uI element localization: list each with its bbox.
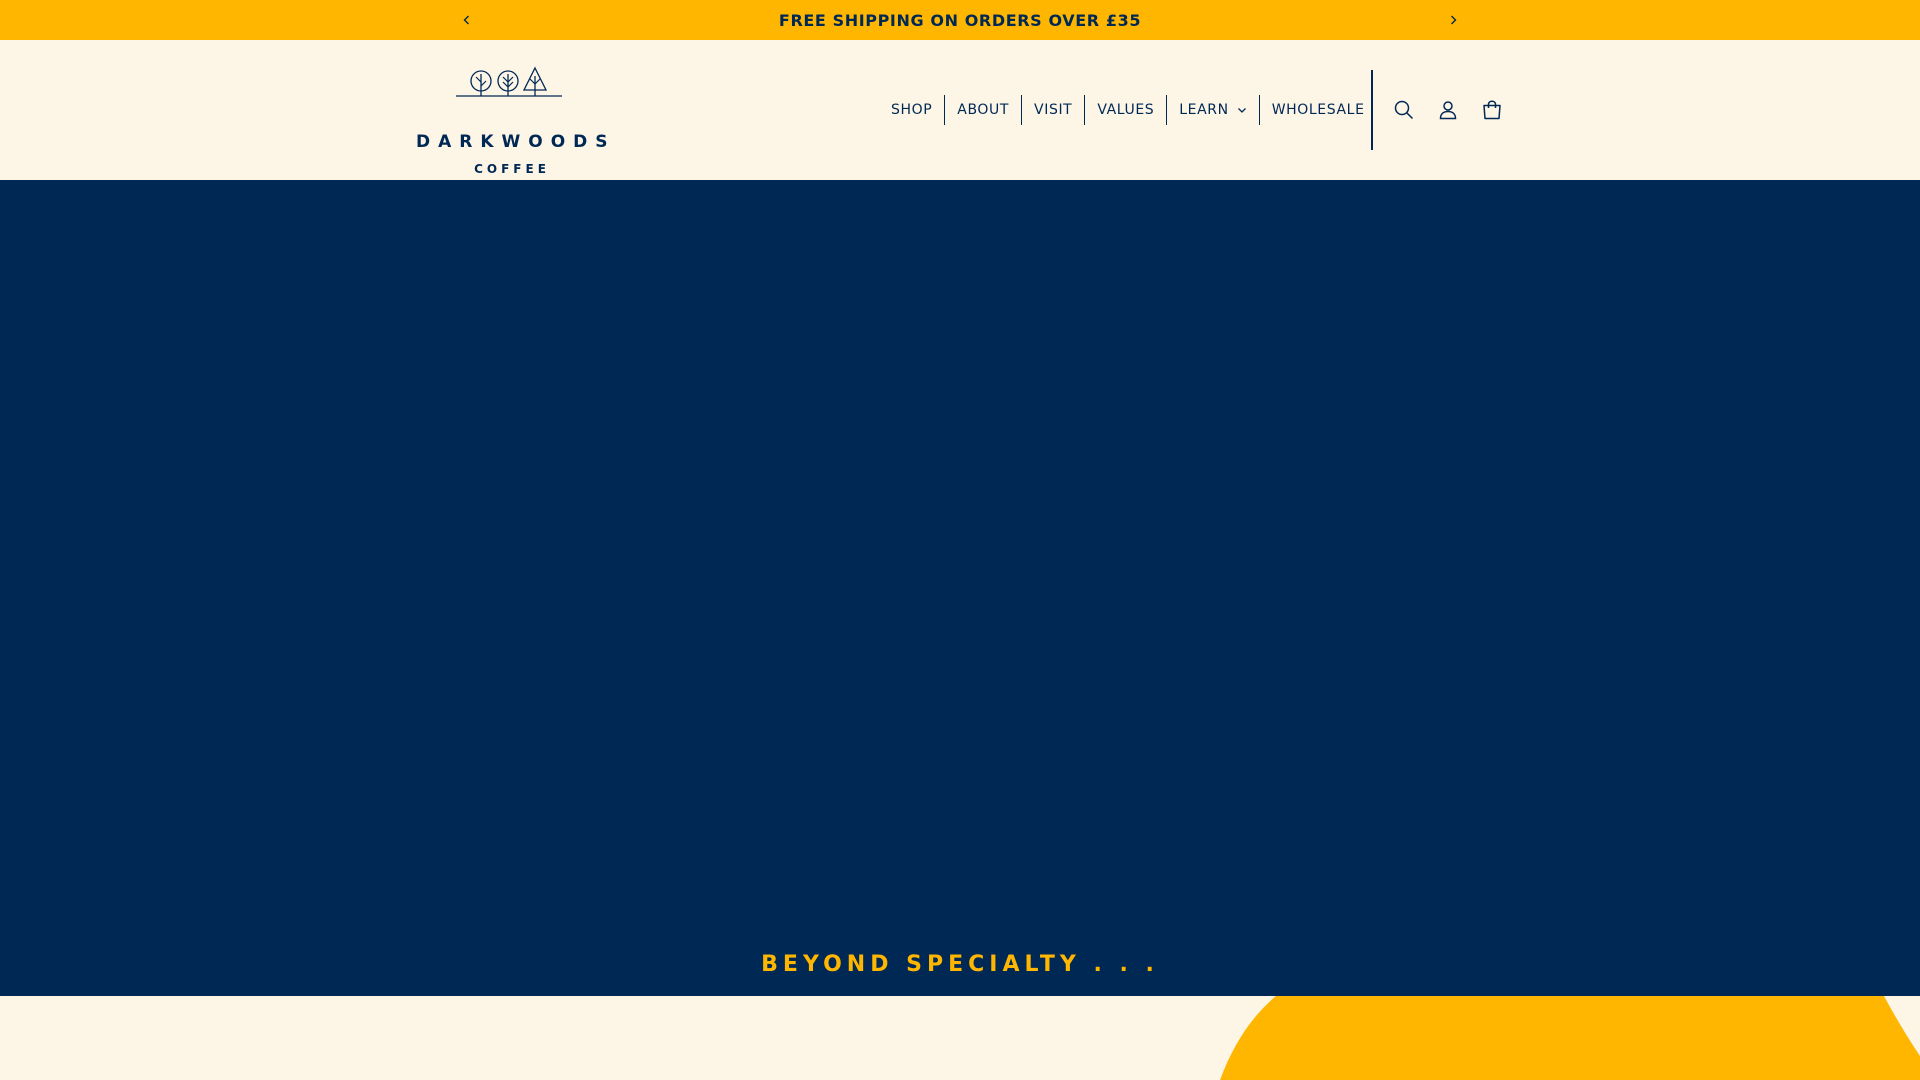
announcement-prev-button[interactable] xyxy=(455,8,479,32)
nav-shop[interactable]: SHOP xyxy=(879,93,944,127)
logo-trees-icon xyxy=(456,66,562,97)
logo-link[interactable]: DARKWOODS COFFEE xyxy=(408,64,616,176)
search-icon xyxy=(1394,100,1414,120)
announcement-text: FREE SHIPPING ON ORDERS OVER £35 xyxy=(778,10,1142,30)
nav-label: SHOP xyxy=(891,102,933,118)
nav-about[interactable]: ABOUT xyxy=(945,93,1021,127)
chevron-right-icon xyxy=(1451,15,1457,25)
cart-button[interactable] xyxy=(1479,97,1505,123)
nav-values[interactable]: VALUES xyxy=(1085,93,1166,127)
nav-learn[interactable]: LEARN xyxy=(1167,93,1258,127)
account-icon xyxy=(1439,101,1457,120)
nav-label: VISIT xyxy=(1034,102,1073,118)
hero-banner: BEYOND SPECIALTY . . . xyxy=(0,180,1920,996)
announcement-bar: FREE SHIPPING ON ORDERS OVER £35 xyxy=(0,0,1920,40)
main-nav: SHOP ABOUT VISIT VALUES LEARN WHOLESALE xyxy=(879,93,1377,127)
nav-visit[interactable]: VISIT xyxy=(1022,93,1084,127)
nav-label: WHOLESALE xyxy=(1271,102,1365,118)
site-header: DARKWOODS COFFEE SHOP ABOUT VISIT VALUES… xyxy=(0,40,1920,180)
search-button[interactable] xyxy=(1391,97,1417,123)
logo-subtitle: COFFEE xyxy=(474,162,550,176)
header-divider xyxy=(1371,70,1373,150)
announcement-next-button[interactable] xyxy=(1441,8,1465,32)
nav-label: VALUES xyxy=(1097,102,1155,118)
chevron-left-icon xyxy=(463,15,469,25)
decorative-yellow-shape xyxy=(1220,996,1920,1080)
logo-wordmark: DARKWOODS xyxy=(416,132,616,152)
cart-icon xyxy=(1483,100,1501,120)
hero-tagline: BEYOND SPECIALTY . . . xyxy=(761,952,1159,977)
content-section xyxy=(0,996,1920,1080)
account-button[interactable] xyxy=(1435,97,1461,123)
nav-wholesale[interactable]: WHOLESALE xyxy=(1260,93,1377,127)
nav-label: LEARN xyxy=(1179,102,1229,118)
chevron-down-icon xyxy=(1237,106,1247,114)
nav-label: ABOUT xyxy=(957,102,1010,118)
